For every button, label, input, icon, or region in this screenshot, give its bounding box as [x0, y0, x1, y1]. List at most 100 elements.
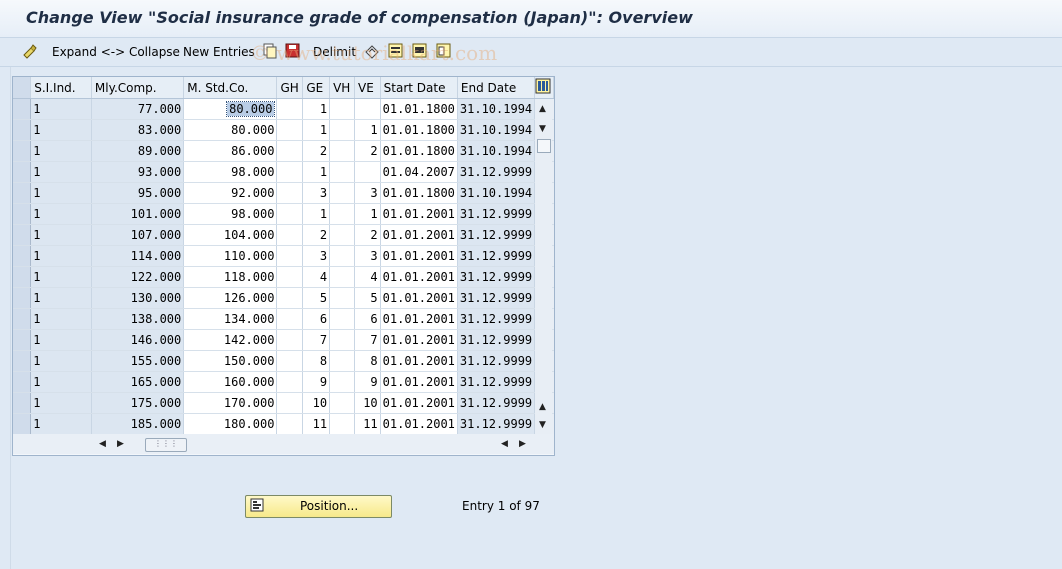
cell-gh[interactable] — [276, 98, 304, 120]
cell-ge[interactable]: 8 — [302, 350, 331, 372]
cell-vh[interactable] — [329, 245, 355, 267]
focused-cell-value[interactable]: 80.000 — [226, 101, 276, 117]
cell-ve[interactable]: 9 — [354, 371, 381, 393]
cell-start-date[interactable]: 01.01.2001 — [380, 350, 458, 372]
cell-gh[interactable] — [276, 392, 304, 414]
select-block-icon[interactable] — [412, 43, 428, 59]
row-selector[interactable] — [13, 371, 32, 393]
cell-gh[interactable] — [276, 119, 304, 141]
row-selector[interactable] — [13, 287, 32, 309]
cell-start-date[interactable]: 01.01.1800 — [380, 119, 458, 141]
cell-vh[interactable] — [329, 98, 355, 120]
row-selector[interactable] — [13, 161, 32, 183]
cell-m-std-co[interactable]: 110.000 — [183, 245, 278, 267]
cell-start-date[interactable]: 01.01.2001 — [380, 329, 458, 351]
save-icon[interactable] — [285, 43, 301, 59]
cell-start-date[interactable]: 01.01.2001 — [380, 308, 458, 330]
cell-start-date[interactable]: 01.01.2001 — [380, 371, 458, 393]
cell-ve[interactable]: 4 — [354, 266, 381, 288]
scroll-page-up-icon[interactable]: ▲ — [539, 402, 546, 412]
row-selector[interactable] — [13, 98, 32, 120]
row-selector[interactable] — [13, 182, 32, 204]
cell-m-std-co[interactable]: 118.000 — [183, 266, 278, 288]
cell-start-date[interactable]: 01.01.2001 — [380, 245, 458, 267]
cell-ge[interactable]: 3 — [302, 245, 331, 267]
cell-m-std-co[interactable]: 180.000 — [183, 413, 278, 435]
cell-ge[interactable]: 2 — [302, 140, 331, 162]
position-button[interactable]: Position... — [245, 495, 392, 518]
cell-ge[interactable]: 2 — [302, 224, 331, 246]
cell-vh[interactable] — [329, 161, 355, 183]
cell-vh[interactable] — [329, 371, 355, 393]
cell-ge[interactable]: 1 — [302, 119, 331, 141]
cell-vh[interactable] — [329, 287, 355, 309]
cell-ve[interactable] — [354, 98, 381, 120]
cell-start-date[interactable]: 01.04.2007 — [380, 161, 458, 183]
row-selector[interactable] — [13, 224, 32, 246]
cell-ve[interactable]: 1 — [354, 203, 381, 225]
scroll-left-end-icon[interactable]: ◀ — [501, 439, 508, 449]
cell-ve[interactable] — [354, 161, 381, 183]
horizontal-scroll-thumb[interactable]: ⋮⋮⋮ — [145, 438, 187, 452]
column-header-vh[interactable]: VH — [329, 77, 355, 99]
scroll-down-icon[interactable]: ▼ — [539, 124, 546, 134]
cell-ve[interactable]: 5 — [354, 287, 381, 309]
cell-ge[interactable]: 4 — [302, 266, 331, 288]
cell-ge[interactable]: 6 — [302, 308, 331, 330]
scroll-left-icon[interactable]: ◀ — [99, 439, 106, 449]
scroll-right-icon[interactable]: ▶ — [117, 439, 124, 449]
cell-m-std-co[interactable]: 92.000 — [183, 182, 278, 204]
column-header-m-std-co[interactable]: M. Std.Co. — [183, 77, 278, 99]
deselect-icon[interactable] — [436, 43, 452, 59]
table-settings-icon[interactable] — [535, 78, 551, 94]
delimit-button[interactable]: Delimit — [313, 44, 356, 60]
cell-gh[interactable] — [276, 308, 304, 330]
cell-ve[interactable]: 7 — [354, 329, 381, 351]
column-header-si-ind[interactable]: S.I.Ind. — [30, 77, 92, 99]
cell-ge[interactable]: 3 — [302, 182, 331, 204]
cell-m-std-co[interactable]: 170.000 — [183, 392, 278, 414]
cell-gh[interactable] — [276, 413, 304, 435]
cell-m-std-co[interactable]: 80.000 — [183, 119, 278, 141]
cell-m-std-co[interactable]: 80.000 — [183, 98, 278, 120]
cell-start-date[interactable]: 01.01.2001 — [380, 203, 458, 225]
cell-ve[interactable]: 1 — [354, 119, 381, 141]
cell-ve[interactable]: 6 — [354, 308, 381, 330]
cell-start-date[interactable]: 01.01.2001 — [380, 413, 458, 435]
column-header-ge[interactable]: GE — [302, 77, 331, 99]
cell-ge[interactable]: 5 — [302, 287, 331, 309]
cell-ge[interactable]: 1 — [302, 98, 331, 120]
cell-ve[interactable]: 11 — [354, 413, 381, 435]
cell-ve[interactable]: 3 — [354, 245, 381, 267]
cell-ve[interactable]: 10 — [354, 392, 381, 414]
cell-start-date[interactable]: 01.01.2001 — [380, 224, 458, 246]
cell-ge[interactable]: 9 — [302, 371, 331, 393]
cell-vh[interactable] — [329, 413, 355, 435]
cell-ve[interactable]: 2 — [354, 140, 381, 162]
cell-gh[interactable] — [276, 287, 304, 309]
row-selector[interactable] — [13, 140, 32, 162]
cell-gh[interactable] — [276, 140, 304, 162]
row-selector[interactable] — [13, 392, 32, 414]
cell-start-date[interactable]: 01.01.1800 — [380, 182, 458, 204]
cell-vh[interactable] — [329, 329, 355, 351]
cell-start-date[interactable]: 01.01.1800 — [380, 140, 458, 162]
cell-vh[interactable] — [329, 392, 355, 414]
cell-start-date[interactable]: 01.01.1800 — [380, 98, 458, 120]
cell-start-date[interactable]: 01.01.2001 — [380, 287, 458, 309]
cell-gh[interactable] — [276, 350, 304, 372]
row-selector[interactable] — [13, 308, 32, 330]
cell-m-std-co[interactable]: 134.000 — [183, 308, 278, 330]
row-selector[interactable] — [13, 413, 32, 435]
cell-vh[interactable] — [329, 350, 355, 372]
cell-vh[interactable] — [329, 266, 355, 288]
row-selector[interactable] — [13, 203, 32, 225]
cell-gh[interactable] — [276, 203, 304, 225]
row-selector[interactable] — [13, 329, 32, 351]
cell-m-std-co[interactable]: 150.000 — [183, 350, 278, 372]
scroll-page-down-icon[interactable]: ▼ — [539, 420, 546, 430]
column-header-ve[interactable]: VE — [354, 77, 381, 99]
cell-vh[interactable] — [329, 308, 355, 330]
cell-gh[interactable] — [276, 371, 304, 393]
select-all-rows-cell[interactable] — [13, 77, 32, 99]
